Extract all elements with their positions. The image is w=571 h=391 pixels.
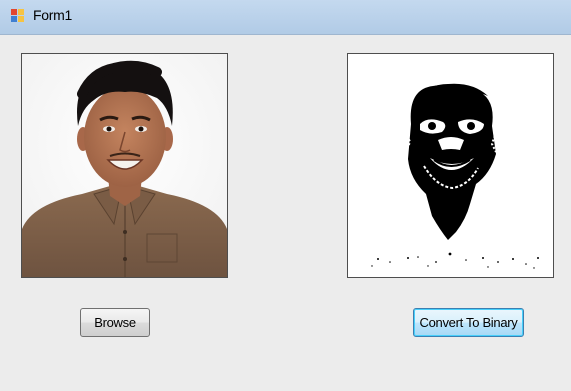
window-title: Form1 [33, 7, 72, 23]
binary-portrait-output [348, 54, 553, 277]
title-bar[interactable]: Form1 [0, 0, 571, 35]
form-window-icon [11, 9, 24, 22]
original-image-picturebox [21, 53, 228, 278]
binary-image-picturebox [347, 53, 554, 278]
original-portrait-photo [22, 54, 227, 277]
browse-button[interactable]: Browse [80, 308, 150, 337]
convert-to-binary-button[interactable]: Convert To Binary [413, 308, 524, 337]
